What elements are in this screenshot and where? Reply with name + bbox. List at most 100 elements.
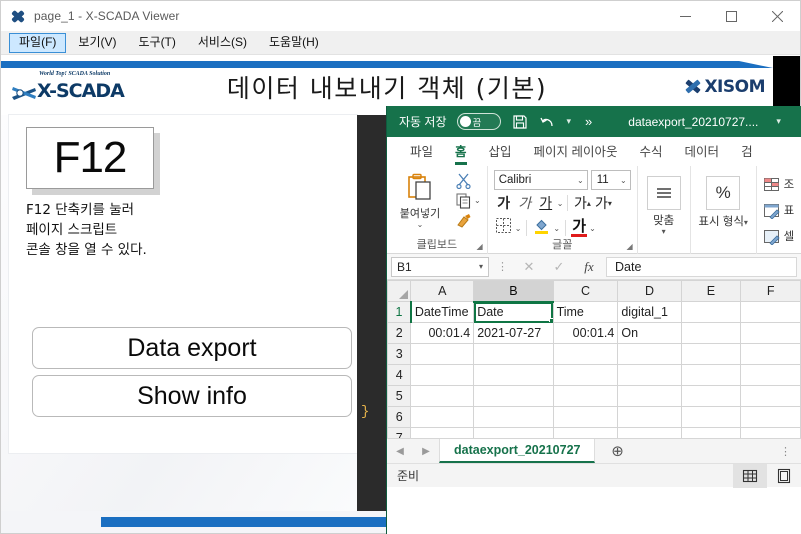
cell-A3[interactable] <box>410 343 475 365</box>
normal-view-icon[interactable] <box>733 463 767 488</box>
close-icon[interactable] <box>754 1 800 32</box>
insert-function-icon[interactable]: fx <box>576 259 602 275</box>
cell-F3[interactable] <box>740 343 801 365</box>
font-name-select[interactable]: Calibri ⌄ <box>493 170 588 190</box>
cell-B7[interactable] <box>473 427 554 438</box>
row-header-2[interactable]: 2 <box>387 322 412 344</box>
col-header-D[interactable]: D <box>617 280 682 302</box>
cancel-x-icon[interactable]: ✕ <box>516 259 542 275</box>
conditional-formatting-button[interactable]: 조 <box>763 172 795 196</box>
cell-F1[interactable] <box>740 301 801 323</box>
cell-F5[interactable] <box>740 385 801 407</box>
cell-E1[interactable] <box>680 301 742 323</box>
chevron-down-icon[interactable]: ⌄ <box>553 224 560 233</box>
menu-item-service[interactable]: 서비스(S) <box>188 33 257 53</box>
cut-button[interactable] <box>455 172 481 189</box>
tab-page-layout[interactable]: 페이지 레이아웃 <box>523 141 629 166</box>
confirm-check-icon[interactable]: ✓ <box>546 259 572 275</box>
chevron-down-icon[interactable]: ▾ <box>653 228 674 236</box>
cell-D4[interactable] <box>617 364 682 386</box>
more-chevron-icon[interactable]: » <box>585 114 592 129</box>
italic-button[interactable]: 가 <box>515 193 535 213</box>
cell-D6[interactable] <box>617 406 682 428</box>
tab-formulas[interactable]: 수식 <box>629 141 674 166</box>
col-header-F[interactable]: F <box>740 280 801 302</box>
row-header-7[interactable]: 7 <box>387 427 412 438</box>
cell-B6[interactable] <box>473 406 554 428</box>
cell-E3[interactable] <box>680 343 742 365</box>
cell-B2[interactable]: 2021-07-27 <box>473 322 554 344</box>
cell-D3[interactable] <box>617 343 682 365</box>
cell-C1[interactable]: Time <box>552 301 619 323</box>
script-console-panel[interactable]: } <box>357 115 387 511</box>
more-dots-icon[interactable]: ⋮ <box>493 260 512 273</box>
cell-F2[interactable] <box>740 322 801 344</box>
cell-B1[interactable]: Date <box>473 301 554 323</box>
underline-button[interactable]: 가 <box>536 193 556 213</box>
bold-button[interactable]: 가 <box>494 193 514 213</box>
col-header-C[interactable]: C <box>552 280 619 302</box>
chevron-down-icon[interactable]: ⌄ <box>589 224 596 233</box>
menu-item-file[interactable]: 파일(F) <box>9 33 67 53</box>
cell-B4[interactable] <box>473 364 554 386</box>
more-dots-icon[interactable]: ⋮ <box>770 439 801 463</box>
col-header-B[interactable]: B <box>473 280 554 303</box>
chevron-down-icon[interactable]: ⌄ <box>474 196 481 205</box>
maximize-icon[interactable] <box>708 1 754 32</box>
row-header-6[interactable]: 6 <box>387 406 412 428</box>
cell-D5[interactable] <box>617 385 682 407</box>
tab-insert[interactable]: 삽입 <box>478 141 523 166</box>
undo-icon[interactable] <box>539 113 557 131</box>
cell-C3[interactable] <box>552 343 619 365</box>
cell-styles-button[interactable]: 셀 <box>763 224 795 248</box>
col-header-A[interactable]: A <box>410 280 475 302</box>
cell-E5[interactable] <box>680 385 742 407</box>
cell-D7[interactable] <box>617 427 682 438</box>
menu-item-help[interactable]: 도움말(H) <box>259 33 329 53</box>
cell-D2[interactable]: On <box>617 322 682 344</box>
data-export-button[interactable]: Data export <box>32 327 352 369</box>
menu-item-tools[interactable]: 도구(T) <box>128 33 185 53</box>
cell-B5[interactable] <box>473 385 554 407</box>
cell-C2[interactable]: 00:01.4 <box>552 322 619 344</box>
cell-F6[interactable] <box>740 406 801 428</box>
nav-prev-icon[interactable]: ◀ <box>387 439 413 463</box>
cell-A2[interactable]: 00:01.4 <box>410 322 475 344</box>
cell-A4[interactable] <box>410 364 475 386</box>
chevron-down-icon[interactable]: ⌄ <box>417 221 424 229</box>
cell-A7[interactable] <box>410 427 475 438</box>
tab-data[interactable]: 데이터 <box>674 141 731 166</box>
format-painter-button[interactable] <box>455 212 481 229</box>
cell-B3[interactable] <box>473 343 554 365</box>
show-info-button[interactable]: Show info <box>32 375 352 417</box>
undo-caret-icon[interactable]: ▾ <box>567 116 572 127</box>
copy-button[interactable]: ⌄ <box>455 192 481 209</box>
chevron-down-icon[interactable]: ⌄ <box>557 199 564 208</box>
alignment-button[interactable] <box>646 176 681 210</box>
select-all-corner[interactable] <box>387 280 412 302</box>
cell-C4[interactable] <box>552 364 619 386</box>
cell-A5[interactable] <box>410 385 475 407</box>
autosave-toggle[interactable]: 끔 <box>456 113 501 130</box>
nav-next-icon[interactable]: ▶ <box>413 439 439 463</box>
number-format-button[interactable]: % <box>706 176 741 210</box>
dialog-launcher-icon[interactable]: ◢ <box>627 242 633 251</box>
cell-C7[interactable] <box>552 427 619 438</box>
cell-C6[interactable] <box>552 406 619 428</box>
tab-review[interactable]: 검 <box>730 141 764 166</box>
row-header-4[interactable]: 4 <box>387 364 412 386</box>
cell-E2[interactable] <box>680 322 742 344</box>
font-size-select[interactable]: 11 ⌄ <box>590 170 631 190</box>
cell-C5[interactable] <box>552 385 619 407</box>
cell-F7[interactable] <box>740 427 801 438</box>
font-color-button[interactable]: 가 <box>571 219 588 237</box>
add-sheet-plus-icon[interactable]: ⊕ <box>595 439 639 463</box>
page-layout-view-icon[interactable] <box>767 464 801 488</box>
formula-input[interactable]: Date <box>606 256 797 277</box>
chevron-down-icon[interactable]: ⌄ <box>515 224 522 233</box>
col-header-E[interactable]: E <box>680 280 742 302</box>
menu-item-view[interactable]: 보기(V) <box>68 33 126 53</box>
shrink-font-button[interactable]: 가 ▾ <box>593 193 613 213</box>
paste-button[interactable]: 붙여넣기 ⌄ <box>393 171 447 229</box>
cell-A6[interactable] <box>410 406 475 428</box>
